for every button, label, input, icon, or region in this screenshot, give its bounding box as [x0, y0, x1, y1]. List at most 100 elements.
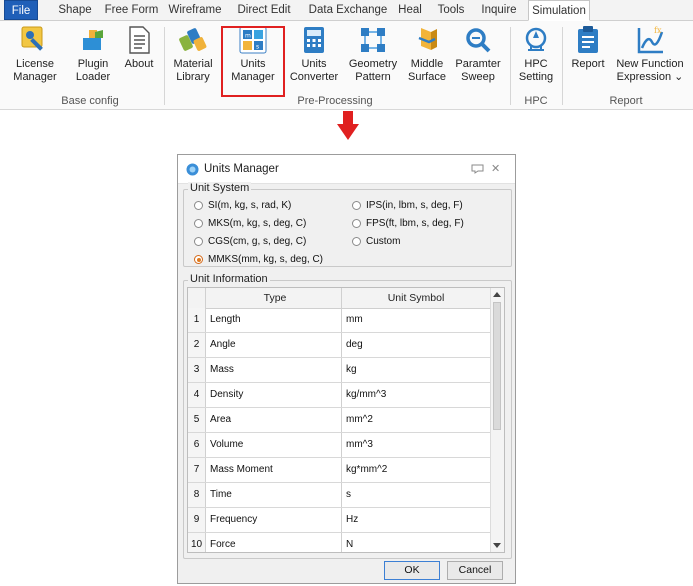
radio-button[interactable]	[194, 201, 203, 210]
radio-mks[interactable]: MKS(m, kg, s, deg, C)	[194, 218, 306, 229]
report-button[interactable]: Report	[568, 24, 608, 71]
tab-direct-edit[interactable]: Direct Edit	[230, 0, 298, 20]
key-icon	[21, 26, 43, 51]
radio-label: MKS(m, kg, s, deg, C)	[208, 218, 307, 229]
hpc-setting-button[interactable]: HPC Setting	[514, 24, 558, 84]
geometry-pattern-label-1: Geometry	[348, 58, 398, 70]
vertical-scrollbar[interactable]	[490, 288, 504, 552]
hpc-icon	[525, 27, 547, 51]
geometry-pattern-button[interactable]: Geometry Pattern	[346, 24, 400, 84]
plugin-loader-button[interactable]: Plugin Loader	[69, 24, 117, 84]
table-row[interactable]: 4 Density kg/mm^3	[188, 383, 492, 408]
table-row[interactable]: 6 Volume mm^3	[188, 433, 492, 458]
unit-symbol-cell[interactable]: Hz	[346, 508, 486, 532]
app-logo-icon	[186, 163, 199, 176]
unit-symbol-cell[interactable]: kg	[346, 358, 486, 382]
type-cell: Force	[210, 539, 236, 550]
unit-symbol-cell[interactable]: deg	[346, 333, 486, 357]
tab-free-form[interactable]: Free Form	[104, 0, 159, 20]
unit-symbol-cell[interactable]: mm^3	[346, 433, 486, 457]
table-row[interactable]: 9 Frequency Hz	[188, 508, 492, 533]
radio-custom[interactable]: Custom	[352, 236, 400, 247]
close-icon[interactable]: ✕	[491, 162, 500, 175]
units-converter-label-2: Converter	[289, 71, 339, 83]
table-row[interactable]: 10 Force N	[188, 533, 492, 552]
row-number: 2	[188, 333, 206, 357]
group-separator	[164, 27, 165, 105]
unit-symbol-cell[interactable]: N	[346, 533, 486, 552]
radio-fps[interactable]: FPS(ft, lbm, s, deg, F)	[352, 218, 464, 229]
unit-symbol-cell[interactable]: s	[346, 483, 486, 507]
units-converter-button[interactable]: Units Converter	[288, 24, 340, 84]
tab-simulation[interactable]: Simulation	[528, 0, 590, 21]
function-icon: fx	[637, 26, 664, 54]
tab-data-exchange[interactable]: Data Exchange	[305, 0, 391, 20]
radio-button[interactable]	[352, 237, 361, 246]
table-row[interactable]: 3 Mass kg	[188, 358, 492, 383]
material-library-button[interactable]: Material Library	[170, 24, 216, 84]
radio-button[interactable]	[194, 219, 203, 228]
column-header-unit-symbol[interactable]: Unit Symbol	[346, 288, 486, 308]
radio-label: CGS(cm, g, s, deg, C)	[208, 236, 307, 247]
radio-button[interactable]	[194, 237, 203, 246]
row-number: 10	[188, 533, 206, 552]
group-label-pre-processing: Pre-Processing	[297, 95, 373, 107]
unit-symbol-cell[interactable]: kg/mm^3	[346, 383, 486, 407]
group-separator	[562, 27, 563, 105]
radio-button-selected[interactable]	[194, 255, 203, 264]
unit-system-title: Unit System	[188, 182, 252, 194]
license-manager-label-1: License	[16, 58, 54, 70]
type-cell: Length	[210, 314, 241, 325]
column-header-type[interactable]: Type	[210, 288, 340, 308]
new-function-label-2: Expression ⌄	[616, 71, 684, 83]
new-function-expression-button[interactable]: fx New Function Expression ⌄	[612, 24, 688, 84]
radio-label: Custom	[366, 236, 401, 247]
svg-text:fx: fx	[654, 26, 662, 35]
table-row[interactable]: 5 Area mm^2	[188, 408, 492, 433]
parameter-sweep-button[interactable]: Paramter Sweep	[452, 24, 504, 84]
table-row[interactable]: 2 Angle deg	[188, 333, 492, 358]
ok-button[interactable]: OK	[384, 561, 440, 580]
dialog-titlebar: Units Manager ✕	[178, 155, 515, 184]
unit-symbol-cell[interactable]: mm	[346, 308, 486, 332]
tab-wireframe[interactable]: Wireframe	[166, 0, 224, 20]
radio-si[interactable]: SI(m, kg, s, rad, K)	[194, 200, 291, 211]
middle-surface-button[interactable]: Middle Surface	[404, 24, 450, 84]
radio-button[interactable]	[352, 201, 361, 210]
radio-cgs[interactable]: CGS(cm, g, s, deg, C)	[194, 236, 306, 247]
tab-file[interactable]: File	[4, 0, 38, 20]
radio-ips[interactable]: IPS(in, lbm, s, deg, F)	[352, 200, 463, 211]
unit-symbol-cell[interactable]: kg*mm^2	[346, 458, 486, 482]
tab-shape[interactable]: Shape	[55, 0, 95, 20]
clipboard-icon	[578, 26, 598, 53]
radio-label: MMKS(mm, kg, s, deg, C)	[208, 254, 324, 265]
plugin-loader-label-1: Plugin	[77, 58, 109, 70]
radio-mmks[interactable]: MMKS(mm, kg, s, deg, C)	[194, 254, 323, 265]
restore-icon[interactable]	[471, 163, 484, 174]
table-row[interactable]: 8 Time s	[188, 483, 492, 508]
about-button[interactable]: About	[121, 24, 157, 71]
row-number: 9	[188, 508, 206, 532]
tab-inquire[interactable]: Inquire	[478, 0, 520, 20]
scroll-down-icon[interactable]	[493, 543, 501, 549]
calculator-icon	[304, 27, 324, 53]
sweep-icon	[466, 28, 491, 53]
radio-label: FPS(ft, lbm, s, deg, F)	[366, 218, 464, 229]
material-library-label-1: Material	[173, 58, 213, 70]
row-number: 8	[188, 483, 206, 507]
tab-heal[interactable]: Heal	[396, 0, 424, 20]
plugin-loader-label-2: Loader	[75, 71, 111, 83]
row-number: 1	[188, 308, 206, 332]
license-manager-button[interactable]: License Manager	[8, 24, 62, 84]
cancel-button[interactable]: Cancel	[447, 561, 503, 580]
middle-surface-label-2: Surface	[408, 71, 446, 83]
radio-button[interactable]	[352, 219, 361, 228]
table-row[interactable]: 7 Mass Moment kg*mm^2	[188, 458, 492, 483]
scroll-up-icon[interactable]	[493, 291, 501, 297]
unit-symbol-cell[interactable]: mm^2	[346, 408, 486, 432]
table-row[interactable]: 1 Length mm	[188, 308, 492, 333]
about-label: About	[124, 58, 154, 70]
table-header: Type Unit Symbol	[188, 288, 492, 309]
scrollbar-thumb[interactable]	[493, 302, 501, 430]
tab-tools[interactable]: Tools	[434, 0, 468, 20]
